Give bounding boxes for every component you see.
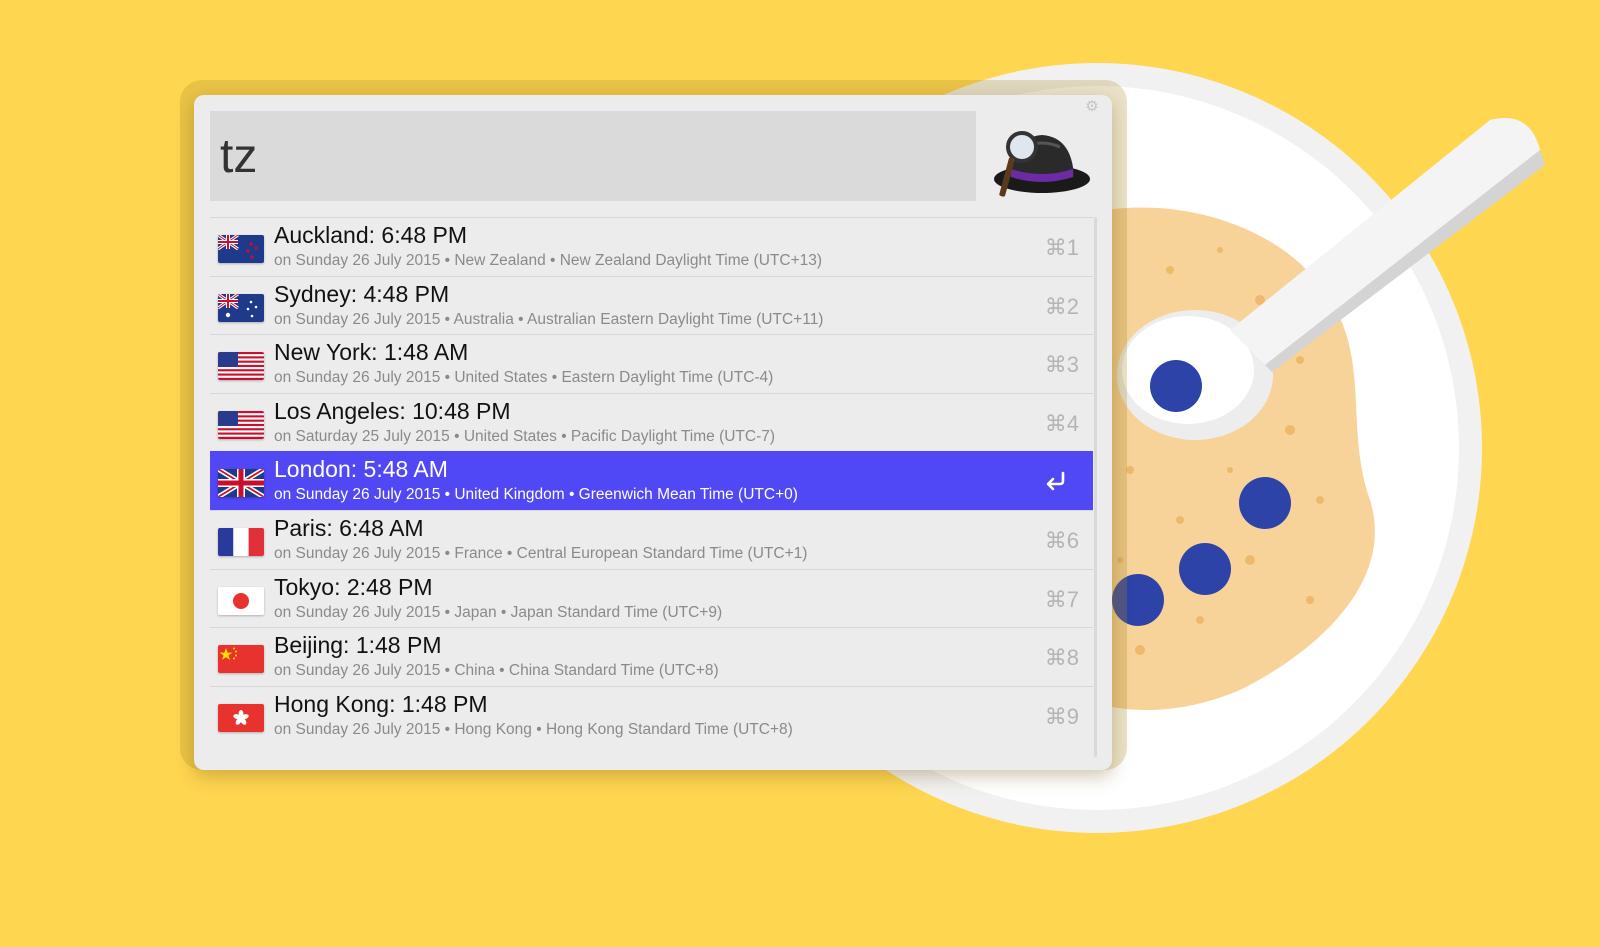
result-row[interactable]: Tokyo: 2:48 PM on Sunday 26 July 2015 • J… [210,568,1093,628]
result-title: Paris: 6:48 AM [274,515,424,541]
flag-new-zealand-icon [218,235,264,263]
result-row[interactable]: London: 5:48 AM on Sunday 26 July 2015 • … [210,451,1093,511]
result-subtitle: on Saturday 25 July 2015 • United States… [274,427,776,445]
result-title: New York: 1:48 AM [274,339,469,366]
alfred-hat-icon [994,131,1090,197]
keyboard-shortcut: ⌘8 [1044,645,1079,671]
return-icon [1046,472,1065,491]
keyboard-shortcut: ⌘4 [1044,410,1079,436]
result-subtitle: on Sunday 26 July 2015 • Australia • Aus… [274,310,824,328]
keyboard-shortcut: ⌘6 [1044,528,1079,553]
search-input[interactable] [220,111,960,201]
result-subtitle: on Sunday 26 July 2015 • New Zealand • N… [274,252,823,269]
result-row[interactable]: New York: 1:48 AM on Sunday 26 July 2015 … [210,334,1093,393]
result-row[interactable]: Los Angeles: 10:48 PM on Saturday 25 July… [210,392,1093,452]
result-row[interactable]: Beijing: 1:48 PM on Sunday 26 July 2015 •… [210,627,1093,686]
result-subtitle: on Sunday 26 July 2015 • United Kingdom … [274,486,798,504]
flag-japan-icon [218,586,264,615]
alfred-window: ⚙ Auckland: 6:48 PM on Sunday 26 July 201… [194,95,1112,770]
result-subtitle: on Sunday 26 July 2015 • France • Centra… [274,545,808,562]
keyboard-shortcut: ⌘2 [1044,293,1079,319]
result-title: Los Angeles: 10:48 PM [274,397,511,424]
results-list: Auckland: 6:48 PM on Sunday 26 July 2015 … [210,217,1093,757]
flag-france-icon [218,528,264,556]
scrollbar[interactable] [1094,217,1097,757]
flag-united-kingdom-icon [218,469,264,498]
result-row[interactable]: Paris: 6:48 AM on Sunday 26 July 2015 • F… [210,510,1093,569]
flag-hong-kong-icon [218,703,264,732]
flag-australia-icon [218,293,264,322]
result-subtitle: on Sunday 26 July 2015 • China • China S… [274,662,719,680]
keyboard-shortcut: ⌘3 [1044,352,1079,378]
result-title: Beijing: 1:48 PM [274,632,442,659]
keyboard-shortcut: ⌘7 [1044,586,1079,612]
keyboard-shortcut: ⌘9 [1044,703,1079,729]
flag-china-icon [218,645,264,674]
result-title: Hong Kong: 1:48 PM [274,690,488,717]
result-row[interactable]: Auckland: 6:48 PM on Sunday 26 July 2015 … [210,217,1093,276]
search-box[interactable] [210,111,976,201]
result-row[interactable]: Sydney: 4:48 PM on Sunday 26 July 2015 • … [210,275,1093,335]
flag-united-states-icon [218,410,264,439]
result-title: Tokyo: 2:48 PM [274,573,433,600]
result-title: Sydney: 4:48 PM [274,280,450,307]
keyboard-shortcut: ⌘1 [1044,235,1079,260]
result-subtitle: on Sunday 26 July 2015 • Hong Kong • Hon… [274,720,793,738]
gear-icon[interactable]: ⚙ [1084,99,1100,115]
result-subtitle: on Sunday 26 July 2015 • Japan • Japan S… [274,603,723,621]
result-subtitle: on Sunday 26 July 2015 • United States •… [274,369,774,387]
result-row[interactable]: Hong Kong: 1:48 PM on Sunday 26 July 2015… [210,685,1093,745]
flag-united-states-icon [218,352,264,381]
result-title: Auckland: 6:48 PM [274,222,468,248]
result-title: London: 5:48 AM [274,456,448,483]
